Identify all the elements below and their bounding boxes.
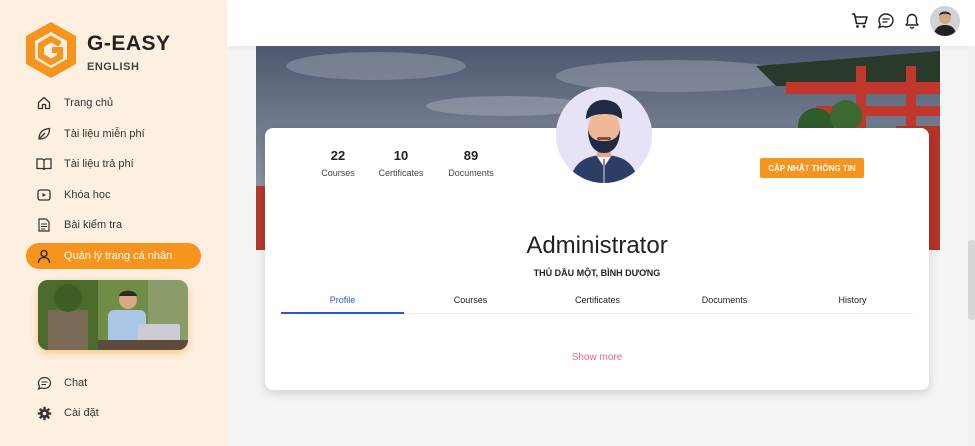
gear-icon [36, 405, 52, 421]
sidebar-item-courses[interactable]: Khóa học [26, 182, 201, 208]
sidebar-item-paid-documents[interactable]: Tài liệu trả phí [26, 151, 201, 177]
video-icon [36, 187, 52, 203]
bell-icon[interactable] [903, 12, 921, 30]
sidebar-item-profile-management[interactable]: Quản lý trang cá nhân [26, 243, 201, 269]
stat-value: 22 [330, 148, 346, 163]
leaf-icon [36, 126, 52, 142]
chat-icon [36, 375, 52, 391]
stat-label: Certificates [378, 168, 424, 178]
scrollbar-thumb[interactable] [968, 240, 975, 320]
user-icon [36, 248, 52, 264]
sidebar-item-label: Khóa học [64, 189, 111, 201]
stat-certificates: 10 Certificates [372, 148, 430, 178]
document-icon [36, 217, 52, 233]
tab-history[interactable]: History [791, 295, 914, 315]
profile-location: THỦ DẦU MỘT, BÌNH DƯƠNG [533, 268, 661, 278]
sidebar: G-EASY ENGLISH Trang chủ Tài liệu miễn p… [0, 0, 227, 446]
sidebar-item-chat[interactable]: Chat [26, 370, 201, 396]
stat-label: Courses [321, 168, 355, 178]
sidebar-item-label: Quản lý trang cá nhân [64, 250, 173, 262]
tab-courses[interactable]: Courses [409, 295, 532, 315]
sidebar-item-label: Bài kiểm tra [64, 219, 123, 231]
stat-value: 10 [393, 148, 409, 163]
sidebar-item-settings[interactable]: Cài đặt [26, 400, 201, 426]
promo-image [38, 280, 188, 350]
book-icon [36, 156, 52, 172]
message-icon[interactable] [877, 12, 895, 30]
sidebar-item-label: Tài liệu trả phí [64, 158, 134, 170]
sidebar-item-label: Chat [64, 377, 88, 389]
show-more-link[interactable]: Show more [265, 352, 929, 363]
g-easy-logo-icon[interactable] [24, 20, 78, 80]
sidebar-item-label: Tài liệu miễn phí [64, 128, 145, 140]
sidebar-item-free-documents[interactable]: Tài liệu miễn phí [26, 121, 201, 147]
sidebar-item-label: Trang chủ [64, 97, 114, 109]
sidebar-item-tests[interactable]: Bài kiểm tra [26, 212, 201, 238]
sidebar-item-label: Cài đặt [64, 407, 99, 419]
brand-name: G-EASY [87, 32, 171, 55]
stat-value: 89 [463, 148, 479, 163]
profile-name: Administrator [526, 232, 668, 259]
stat-documents: 89 Documents [443, 148, 499, 178]
brand-subtitle: ENGLISH [87, 61, 140, 73]
stat-courses: 22 Courses [318, 148, 358, 178]
update-info-button[interactable]: CẬP NHẬT THÔNG TIN [760, 158, 864, 178]
tab-certificates[interactable]: Certificates [536, 295, 659, 315]
sidebar-item-home[interactable]: Trang chủ [26, 90, 201, 116]
stat-label: Documents [448, 168, 494, 178]
avatar[interactable] [930, 6, 960, 36]
active-tab-indicator [281, 312, 404, 314]
tab-documents[interactable]: Documents [663, 295, 786, 315]
profile-avatar [556, 87, 652, 183]
home-icon [36, 95, 52, 111]
cart-icon[interactable] [851, 12, 869, 30]
